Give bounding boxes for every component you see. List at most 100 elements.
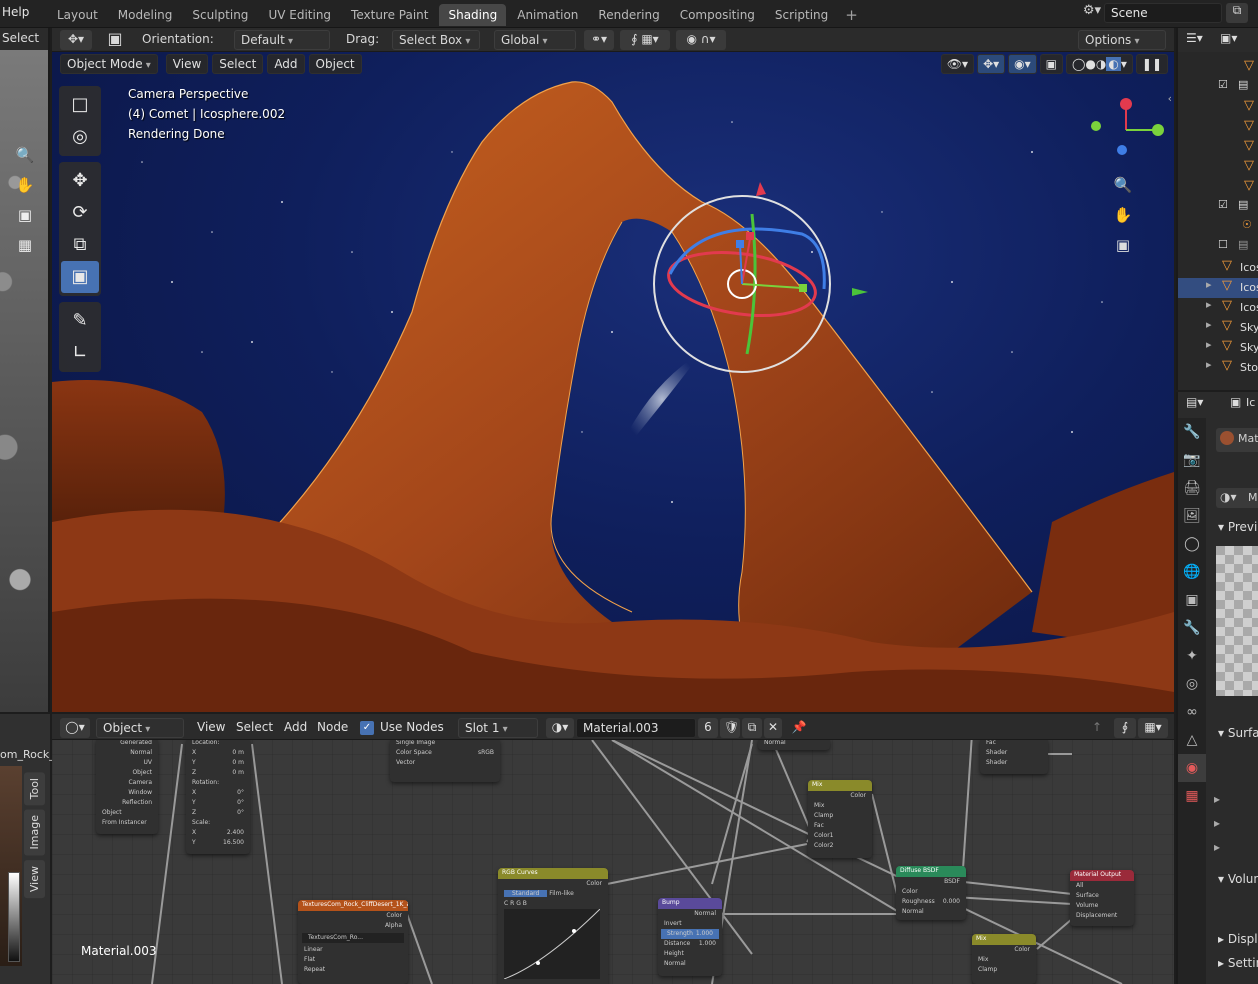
- outliner-row[interactable]: ▽: [1178, 98, 1258, 118]
- image-file-field[interactable]: TexturesCom_Ro...: [302, 933, 404, 943]
- outliner-item-icos[interactable]: ▽ Icos: [1178, 258, 1258, 278]
- object-mode-dropdown[interactable]: Object Mode: [60, 54, 158, 74]
- node-menu-select[interactable]: Select: [236, 718, 273, 738]
- snap-icon[interactable]: ∮ ▦▾: [620, 30, 670, 50]
- from-instancer-checkbox[interactable]: From Instancer: [96, 818, 158, 828]
- panel-preview[interactable]: ▾ Previe: [1218, 520, 1258, 534]
- material-browse[interactable]: ◑▾ M: [1216, 488, 1258, 508]
- checkbox-empty-icon[interactable]: ☐: [1218, 238, 1228, 251]
- tab-layout[interactable]: Layout: [48, 4, 107, 26]
- rotation-z[interactable]: Z 0°: [186, 808, 250, 818]
- panel-settings[interactable]: ▸ Settin: [1218, 956, 1258, 970]
- target-dropdown[interactable]: All: [1070, 881, 1134, 891]
- outliner-row[interactable]: ▽: [1178, 118, 1258, 138]
- camera-icon[interactable]: ▣: [14, 206, 36, 228]
- expand-icon[interactable]: ▸: [1206, 358, 1212, 371]
- transform-tool-icon[interactable]: ✥▾: [60, 30, 92, 50]
- sidebar-toggle-icon[interactable]: ‹: [1168, 92, 1172, 105]
- snap-target-icon[interactable]: ▦▾: [1138, 718, 1168, 738]
- node-menu-node[interactable]: Node: [317, 718, 348, 738]
- outliner-collection[interactable]: ☐ ▤: [1178, 238, 1258, 258]
- tool-tab-icon[interactable]: 🔧: [1178, 418, 1206, 446]
- blend-mode-dropdown[interactable]: Mix: [808, 801, 872, 811]
- tab-uv-editing[interactable]: UV Editing: [259, 4, 340, 26]
- expand-icon[interactable]: ▸: [1206, 298, 1212, 311]
- outliner-type-icon[interactable]: ☰▾: [1186, 31, 1203, 45]
- 3d-viewport[interactable]: Object Mode View Select Add Object 👁▾ ✥▾…: [52, 52, 1174, 712]
- display-mode-icon[interactable]: ▣▾: [1220, 31, 1237, 45]
- zoom-icon[interactable]: 🔍: [14, 146, 36, 168]
- render-tab-icon[interactable]: 📷: [1178, 446, 1206, 474]
- cursor-icon[interactable]: ◎: [61, 121, 99, 153]
- tab-rendering[interactable]: Rendering: [589, 4, 668, 26]
- axis-gizmo-icon[interactable]: [1076, 92, 1166, 172]
- orientation-dropdown[interactable]: Default: [234, 30, 330, 50]
- grid-icon[interactable]: ▦: [14, 236, 36, 258]
- world-tab-icon[interactable]: 🌐: [1178, 558, 1206, 586]
- node-texture-coordinate[interactable]: Generated Normal UV Object Camera Window…: [96, 738, 158, 834]
- output-tab-icon[interactable]: 🖨: [1178, 474, 1206, 502]
- physics-tab-icon[interactable]: ◎: [1178, 670, 1206, 698]
- interpolation-dropdown[interactable]: Linear: [298, 945, 408, 955]
- move-icon[interactable]: ✥: [61, 165, 99, 197]
- outliner-row[interactable]: ▽: [1178, 58, 1258, 78]
- blend-mode-dropdown[interactable]: Mix: [972, 955, 1036, 965]
- node-menu-view[interactable]: View: [197, 718, 225, 738]
- object-type-dropdown[interactable]: Object: [96, 718, 184, 738]
- checkbox-icon[interactable]: ☑: [1218, 78, 1228, 91]
- constraints-tab-icon[interactable]: ∞: [1178, 698, 1206, 726]
- tab-view[interactable]: View: [24, 859, 45, 898]
- curve-channels[interactable]: C R G B: [498, 899, 608, 909]
- node-menu-add[interactable]: Add: [284, 718, 307, 738]
- help-menu[interactable]: Help: [2, 5, 29, 19]
- outliner-item-sky[interactable]: ▸ ▽ Sky: [1178, 318, 1258, 338]
- view-layer-tab-icon[interactable]: 🖼: [1178, 502, 1206, 530]
- drag-dropdown[interactable]: Select Box: [392, 30, 480, 50]
- transform-icon[interactable]: ▣: [61, 261, 99, 293]
- snap-node-icon[interactable]: ∮: [1114, 718, 1136, 738]
- pause-render-icon[interactable]: ❚❚: [1135, 54, 1168, 74]
- parent-node-icon[interactable]: ↑: [1092, 718, 1110, 738]
- material-name-field[interactable]: Material.003: [576, 718, 696, 738]
- scene-icon[interactable]: ⚙▾: [1080, 3, 1104, 23]
- panel-volume[interactable]: ▾ Volun: [1218, 872, 1258, 886]
- node-rgb-curves[interactable]: RGB Curves Color Standard Film-like C R …: [498, 868, 608, 984]
- outliner-item-sky[interactable]: ▸ ▽ Sky: [1178, 338, 1258, 358]
- user-count[interactable]: 6: [698, 718, 718, 738]
- panel-surface[interactable]: ▾ Surfac: [1218, 726, 1258, 740]
- outliner-row[interactable]: ☉: [1178, 218, 1258, 238]
- annotate-icon[interactable]: ✎: [61, 305, 99, 337]
- pin-icon[interactable]: ▣: [1230, 395, 1241, 409]
- roughness-field[interactable]: Roughness 0.000: [896, 897, 966, 907]
- texture-tab-icon[interactable]: ▦: [1178, 782, 1206, 810]
- pivot-icon[interactable]: ⚭▾: [584, 30, 614, 50]
- strength-field[interactable]: Strength 1.000: [661, 929, 719, 939]
- viewport-menu-add[interactable]: Add: [267, 54, 305, 74]
- location-x[interactable]: X 0 m: [186, 748, 250, 758]
- expand-icon[interactable]: ▸: [1206, 338, 1212, 351]
- add-workspace-icon[interactable]: +: [839, 4, 864, 26]
- particles-tab-icon[interactable]: ✦: [1178, 642, 1206, 670]
- fake-user-icon[interactable]: 🛡: [720, 718, 740, 738]
- node-bump[interactable]: Bump Normal Invert Strength 1.000 Distan…: [658, 898, 722, 976]
- tab-animation[interactable]: Animation: [508, 4, 587, 26]
- tab-sculpting[interactable]: Sculpting: [183, 4, 257, 26]
- scene-tab-icon[interactable]: ◯: [1178, 530, 1206, 558]
- rotation-x[interactable]: X 0°: [186, 788, 250, 798]
- location-z[interactable]: Z 0 m: [186, 768, 250, 778]
- panel-displacement[interactable]: ▸ Displa: [1218, 932, 1258, 946]
- scale-x[interactable]: X 2.400: [186, 828, 250, 838]
- node-mix-rgb-2[interactable]: Mix Color Mix Clamp: [972, 934, 1036, 984]
- zoom-icon[interactable]: 🔍: [1112, 176, 1134, 198]
- tab-texture-paint[interactable]: Texture Paint: [342, 4, 437, 26]
- value-ramp[interactable]: [8, 872, 20, 962]
- node-image-texture[interactable]: TexturesCom_Rock_CliffDesert_1K_al... Co…: [298, 900, 408, 984]
- node-mapping[interactable]: Location: X 0 m Y 0 m Z 0 m Rotation: X …: [186, 738, 250, 854]
- node-mix-shader[interactable]: Fac Shader Shader: [980, 738, 1048, 774]
- unlink-icon[interactable]: ✕: [764, 718, 782, 738]
- clamp-checkbox[interactable]: Clamp: [808, 811, 872, 821]
- editor-type-icon[interactable]: ◯▾: [60, 718, 90, 738]
- transform-orientation-dropdown[interactable]: Global: [494, 30, 576, 50]
- extension-dropdown[interactable]: Repeat: [298, 965, 408, 975]
- tab-shading[interactable]: Shading: [439, 4, 507, 26]
